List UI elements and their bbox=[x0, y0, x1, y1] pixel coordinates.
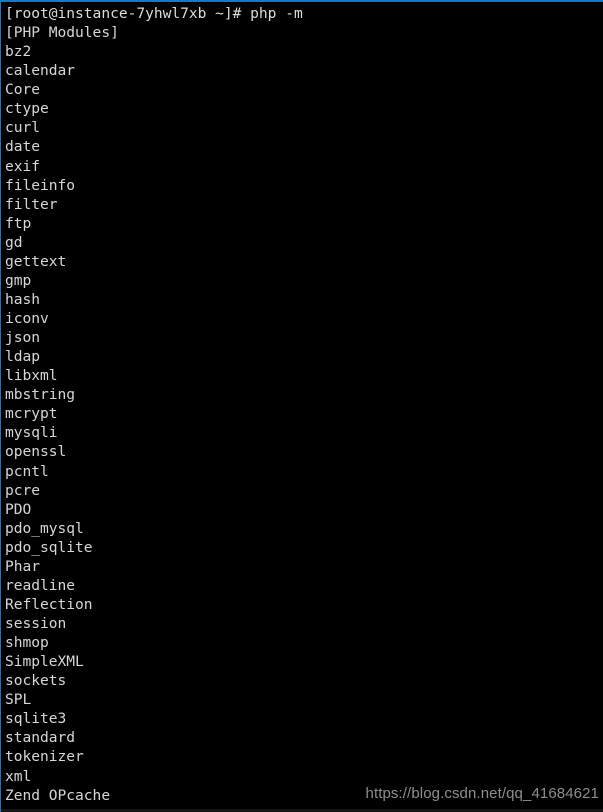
module-line: pcntl bbox=[5, 462, 49, 480]
module-line: Core bbox=[5, 81, 41, 99]
module-line: tokenizer bbox=[5, 748, 84, 766]
module-line: libxml bbox=[5, 367, 58, 385]
module-line: openssl bbox=[5, 443, 67, 461]
terminal-output: [root@instance-7yhwl7xb ~]# php -m [PHP … bbox=[5, 4, 603, 805]
module-line: readline bbox=[5, 576, 76, 594]
module-line: ldap bbox=[5, 348, 41, 366]
module-line: bz2 bbox=[5, 43, 32, 61]
module-line: SPL bbox=[5, 691, 32, 709]
module-line: ftp bbox=[5, 214, 32, 232]
module-line: curl bbox=[5, 119, 41, 137]
module-line: ctype bbox=[5, 100, 49, 118]
module-line: Phar bbox=[5, 557, 41, 575]
module-line: fileinfo bbox=[5, 176, 76, 194]
module-line: json bbox=[5, 329, 41, 347]
module-line: filter bbox=[5, 195, 58, 213]
module-line: mcrypt bbox=[5, 405, 58, 423]
module-line: sqlite3 bbox=[5, 710, 67, 728]
module-line: exif bbox=[5, 157, 41, 175]
module-line: iconv bbox=[5, 310, 49, 327]
terminal-prompt-line: [root@instance-7yhwl7xb ~]# php -m bbox=[5, 5, 303, 22]
module-line: standard bbox=[5, 729, 76, 747]
watermark-url: https://blog.csdn.net/qq_41684621 bbox=[365, 785, 599, 802]
module-line: gettext bbox=[5, 252, 67, 270]
module-line: pdo_sqlite bbox=[5, 538, 93, 556]
module-line: shmop bbox=[5, 634, 49, 652]
terminal-window[interactable]: [root@instance-7yhwl7xb ~]# php -m [PHP … bbox=[0, 0, 603, 812]
module-line: session bbox=[5, 615, 67, 632]
module-line: xml bbox=[5, 767, 32, 785]
module-line: Reflection bbox=[5, 595, 93, 613]
module-line: pcre bbox=[5, 481, 41, 499]
module-line: mbstring bbox=[5, 386, 76, 404]
module-line: SimpleXML bbox=[5, 653, 84, 671]
module-line: gmp bbox=[5, 271, 32, 289]
module-line: sockets bbox=[5, 672, 67, 690]
module-line: mysqli bbox=[5, 424, 58, 442]
module-line: pdo_mysql bbox=[5, 519, 84, 537]
php-modules-header: [PHP Modules] bbox=[5, 24, 119, 42]
module-line: date bbox=[5, 138, 41, 156]
module-line: hash bbox=[5, 290, 41, 308]
module-line: PDO bbox=[5, 500, 32, 518]
module-line: gd bbox=[5, 233, 23, 251]
module-line: calendar bbox=[5, 62, 76, 80]
